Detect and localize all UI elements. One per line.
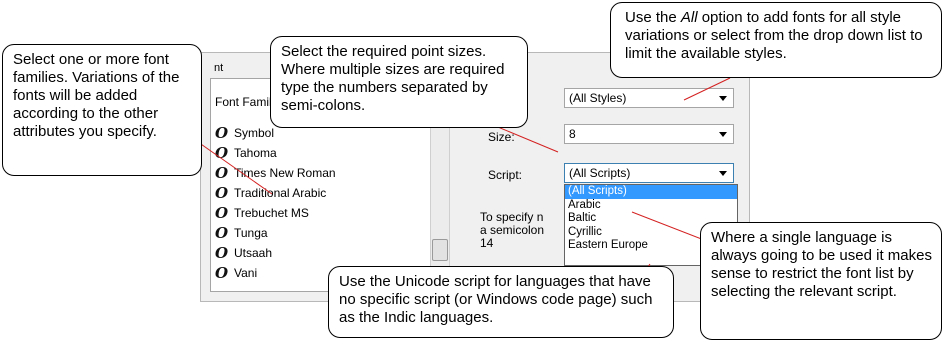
font-name: Tahoma bbox=[234, 146, 277, 160]
truetype-icon: O bbox=[215, 264, 229, 282]
list-item[interactable]: O Tunga bbox=[215, 223, 268, 243]
chevron-down-icon bbox=[719, 132, 727, 137]
callout-text: Where a single language is always going … bbox=[711, 229, 932, 300]
font-name: Traditional Arabic bbox=[234, 186, 327, 200]
truetype-icon: O bbox=[215, 224, 229, 242]
list-item[interactable]: O Tahoma bbox=[215, 143, 277, 163]
list-item[interactable]: O Times New Roman bbox=[215, 163, 336, 183]
scrollbar-thumb[interactable] bbox=[432, 239, 448, 261]
truetype-icon: O bbox=[215, 164, 229, 182]
callout-text: Select the required point sizes. Where m… bbox=[281, 43, 505, 114]
font-group-label: nt bbox=[212, 62, 226, 74]
script-select[interactable]: (All Scripts) bbox=[564, 163, 734, 183]
callout-font-families: Select one or more font families. Variat… bbox=[2, 44, 202, 176]
callout-styles: Use the All option to add fonts for all … bbox=[610, 2, 942, 78]
size-select[interactable]: 8 bbox=[564, 124, 734, 144]
font-name: Vani bbox=[234, 266, 258, 280]
list-item[interactable]: O Symbol bbox=[215, 123, 274, 143]
font-family-header: Font Famil bbox=[215, 95, 272, 109]
list-item[interactable]: O Traditional Arabic bbox=[215, 183, 326, 203]
script-select-value: (All Scripts) bbox=[569, 166, 631, 180]
chevron-down-icon bbox=[719, 171, 727, 176]
list-item[interactable]: O Trebuchet MS bbox=[215, 203, 309, 223]
font-name: Symbol bbox=[234, 126, 275, 140]
callout-text-em: All bbox=[680, 9, 698, 26]
callout-language: Where a single language is always going … bbox=[700, 222, 942, 340]
truetype-icon: O bbox=[215, 124, 229, 142]
callout-point-sizes: Select the required point sizes. Where m… bbox=[270, 36, 528, 128]
dropdown-option[interactable]: (All Scripts) bbox=[565, 185, 737, 199]
font-name: Utsaah bbox=[234, 246, 273, 260]
callout-text-pre: Use the bbox=[625, 9, 681, 26]
truetype-icon: O bbox=[215, 204, 229, 222]
list-item[interactable]: O Utsaah bbox=[215, 243, 272, 263]
truetype-icon: O bbox=[215, 144, 229, 162]
font-name: Tunga bbox=[234, 226, 268, 240]
size-select-value: 8 bbox=[569, 127, 576, 141]
font-name: Times New Roman bbox=[234, 166, 336, 180]
hint-line: 14 bbox=[480, 236, 494, 250]
list-item[interactable]: O Vani bbox=[215, 263, 257, 283]
chevron-down-icon bbox=[719, 96, 727, 101]
style-select-value: (All Styles) bbox=[569, 91, 627, 105]
dropdown-option[interactable]: Arabic bbox=[565, 199, 737, 213]
callout-text: Use the Unicode script for languages tha… bbox=[339, 273, 653, 326]
callout-unicode: Use the Unicode script for languages tha… bbox=[328, 266, 674, 338]
truetype-icon: O bbox=[215, 184, 229, 202]
size-label: Size: bbox=[488, 130, 515, 144]
script-label: Script: bbox=[488, 168, 523, 182]
callout-text: Select one or more font families. Variat… bbox=[13, 51, 180, 140]
font-name: Trebuchet MS bbox=[234, 206, 309, 220]
size-hint-text: To specify n a semicolon 14 bbox=[480, 211, 564, 250]
style-select[interactable]: (All Styles) bbox=[564, 88, 734, 108]
truetype-icon: O bbox=[215, 244, 229, 262]
